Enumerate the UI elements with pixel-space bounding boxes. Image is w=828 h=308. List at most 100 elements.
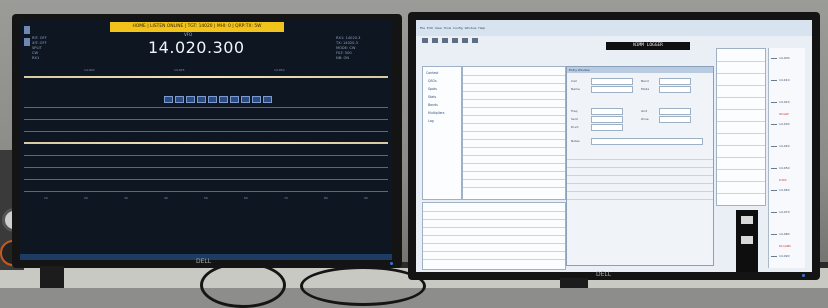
- band-field[interactable]: [659, 78, 691, 85]
- tree-item[interactable]: Contest: [426, 71, 438, 75]
- grid-row[interactable]: [717, 73, 765, 74]
- frequency-display[interactable]: 14.020.300: [148, 38, 245, 57]
- toolbar-button[interactable]: [462, 38, 468, 43]
- grid-row[interactable]: [717, 121, 765, 122]
- grid-row[interactable]: [463, 83, 565, 84]
- band-map-tick: [771, 102, 777, 103]
- grid-row[interactable]: [463, 171, 565, 172]
- grid-row[interactable]: [717, 97, 765, 98]
- grid-row[interactable]: [717, 133, 765, 134]
- mode-field[interactable]: [659, 86, 691, 93]
- mode-button[interactable]: [252, 96, 261, 103]
- grid-row[interactable]: [463, 123, 565, 124]
- dialog-divider: [567, 175, 713, 176]
- call-field[interactable]: [591, 78, 633, 85]
- grid-row[interactable]: [463, 99, 565, 100]
- grid-row[interactable]: [463, 155, 565, 156]
- band-map[interactable]: 14.000 14.010 14.020 14.030 14.040 14.05…: [768, 48, 805, 268]
- toolbar-button[interactable]: [442, 38, 448, 43]
- tree-item[interactable]: Multipliers: [428, 111, 445, 115]
- band-row: [24, 152, 388, 158]
- menu-item[interactable]: Config: [453, 26, 463, 30]
- mode-button[interactable]: [219, 96, 228, 103]
- info-line: RX1: [32, 56, 40, 60]
- grid-row[interactable]: [717, 145, 765, 146]
- band-map-spot[interactable]: DL1ABC: [779, 244, 791, 248]
- dialog-divider: [567, 167, 713, 168]
- callsign-display: N1MM LOGGER: [606, 42, 690, 50]
- notes-field[interactable]: [591, 138, 703, 145]
- menu-item[interactable]: Help: [478, 26, 485, 30]
- band-map-label: 14.090: [779, 254, 790, 258]
- band-map-spot[interactable]: W1AW: [779, 112, 789, 116]
- mode-button[interactable]: [164, 96, 173, 103]
- grid-row[interactable]: [423, 251, 565, 252]
- mode-button[interactable]: [175, 96, 184, 103]
- grid-row[interactable]: [423, 219, 565, 220]
- grid-row[interactable]: [423, 243, 565, 244]
- mode-button[interactable]: [208, 96, 217, 103]
- grid-row[interactable]: [717, 181, 765, 182]
- left-monitor: HOME | LISTEN ONLINE | TGT: 14020 | MHI:…: [12, 14, 402, 268]
- field-label: Rcvd: [571, 125, 579, 129]
- tree-item[interactable]: Log: [428, 119, 434, 123]
- grid-row[interactable]: [463, 187, 565, 188]
- sent-field[interactable]: [591, 116, 623, 123]
- menu-item[interactable]: Tools: [444, 26, 451, 30]
- grid-row[interactable]: [463, 179, 565, 180]
- grid-row[interactable]: [463, 139, 565, 140]
- band-row: [24, 128, 388, 134]
- grid-row[interactable]: [423, 227, 565, 228]
- freq-field[interactable]: [591, 108, 623, 115]
- toolbar-button[interactable]: [472, 38, 478, 43]
- monitor-brand: DELL: [196, 258, 212, 265]
- grid-row[interactable]: [717, 169, 765, 170]
- power-led: [390, 262, 393, 265]
- tree-item[interactable]: Stats: [428, 95, 436, 99]
- grid-row[interactable]: [463, 75, 565, 76]
- mode-button[interactable]: [263, 96, 272, 103]
- grid-row[interactable]: [463, 163, 565, 164]
- zone-field[interactable]: [659, 116, 691, 123]
- toolbar-button[interactable]: [432, 38, 438, 43]
- info-line: NB: ON: [336, 56, 350, 60]
- field-label: Freq: [571, 109, 578, 113]
- grid-row[interactable]: [717, 193, 765, 194]
- band-tick: 80: [324, 196, 328, 200]
- grid-row[interactable]: [423, 211, 565, 212]
- menu-item[interactable]: File: [420, 26, 425, 30]
- grid-row[interactable]: [463, 107, 565, 108]
- band-map-spot[interactable]: K3LR: [779, 178, 787, 182]
- band-map-tick: [771, 234, 777, 235]
- grid-row[interactable]: [717, 109, 765, 110]
- menu-item[interactable]: View: [435, 26, 442, 30]
- band-map-label: 14.060: [779, 188, 790, 192]
- mode-button[interactable]: [197, 96, 206, 103]
- meter-widget: [736, 210, 758, 272]
- grid-row[interactable]: [423, 235, 565, 236]
- tree-item[interactable]: QSOs: [428, 79, 437, 83]
- band-map-label: 14.080: [779, 232, 790, 236]
- tree-item[interactable]: Spots: [428, 87, 437, 91]
- grid-row[interactable]: [717, 157, 765, 158]
- mode-button[interactable]: [186, 96, 195, 103]
- grid-row[interactable]: [463, 115, 565, 116]
- grid-field[interactable]: [659, 108, 691, 115]
- grid-row[interactable]: [717, 85, 765, 86]
- menu-item[interactable]: Edit: [427, 26, 433, 30]
- grid-row[interactable]: [423, 259, 565, 260]
- power-led: [802, 274, 805, 277]
- toolbar-button[interactable]: [422, 38, 428, 43]
- mode-button[interactable]: [230, 96, 239, 103]
- rcvd-field[interactable]: [591, 124, 623, 131]
- tree-item[interactable]: Bands: [428, 103, 438, 107]
- grid-row[interactable]: [463, 147, 565, 148]
- name-field[interactable]: [591, 86, 633, 93]
- toolbar-button[interactable]: [452, 38, 458, 43]
- mode-button[interactable]: [241, 96, 250, 103]
- grid-row[interactable]: [717, 61, 765, 62]
- app-icon: [24, 26, 30, 34]
- grid-row[interactable]: [463, 91, 565, 92]
- grid-row[interactable]: [463, 131, 565, 132]
- menu-item[interactable]: Window: [465, 26, 477, 30]
